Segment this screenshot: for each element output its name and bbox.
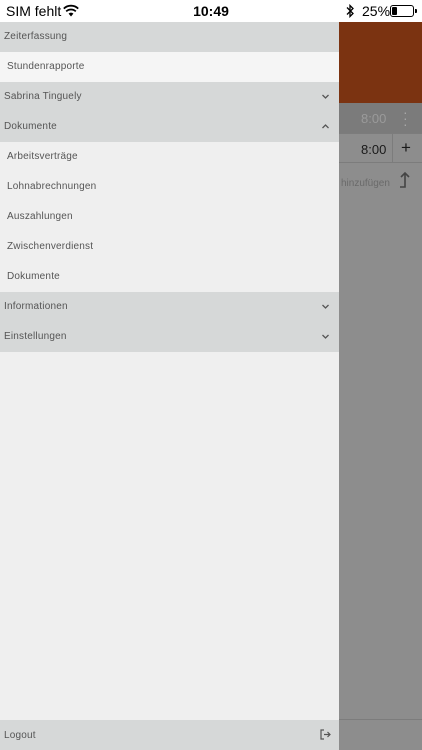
menu-list: Zeiterfassung Stundenrapporte Sabrina Ting…: [0, 22, 339, 352]
logout-button[interactable]: Logout: [0, 720, 339, 750]
navigation-drawer: Zeiterfassung Stundenrapporte Sabrina Ting…: [0, 22, 339, 750]
status-bar: SIM fehlt 10:49 25%: [0, 0, 422, 22]
upload-arrow-icon: [400, 171, 410, 188]
menu-label: Zwischenverdienst: [7, 241, 94, 252]
battery-fill: [392, 7, 397, 15]
chevron-down-icon: [322, 94, 329, 99]
background-row: 8:00 · · ·: [339, 103, 422, 133]
logout-label: Logout: [4, 730, 36, 741]
menu-item-stundenrapporte[interactable]: Stundenrapporte: [0, 52, 339, 82]
row-time-value: 8:00: [361, 142, 387, 157]
row-time-value: 8:00: [361, 111, 387, 126]
plus-icon: +: [401, 138, 411, 157]
menu-label: Lohnabrechnungen: [7, 181, 97, 192]
menu-section-dokumente[interactable]: Dokumente: [0, 112, 339, 142]
chevron-down-icon: [322, 334, 329, 339]
battery-percent: 25%: [362, 3, 391, 19]
logout-icon: [320, 729, 331, 740]
menu-label: Einstellungen: [4, 331, 67, 342]
menu-label: Stundenrapporte: [7, 61, 85, 72]
menu-label: Dokumente: [7, 271, 60, 282]
menu-label: Zeiterfassung: [4, 31, 68, 42]
divider: [392, 134, 393, 162]
divider: [339, 719, 422, 720]
menu-item-auszahlungen[interactable]: Auszahlungen: [0, 202, 339, 232]
chevron-down-icon: [322, 304, 329, 309]
menu-label: Sabrina Tinguely: [4, 91, 82, 102]
add-text: hinzufügen: [341, 178, 390, 189]
more-vertical-icon: · · ·: [403, 104, 408, 132]
menu-label: Dokumente: [4, 121, 57, 132]
menu-label: Auszahlungen: [7, 211, 73, 222]
menu-item-zwischenverdienst[interactable]: Zwischenverdienst: [0, 232, 339, 262]
background-row: 8:00 +: [339, 133, 422, 163]
app-header: [339, 22, 422, 103]
menu-item-dokumente[interactable]: Dokumente: [0, 262, 339, 292]
clock: 10:49: [193, 3, 229, 19]
menu-item-lohnabrechnungen[interactable]: Lohnabrechnungen: [0, 172, 339, 202]
menu-section-zeiterfassung[interactable]: Zeiterfassung: [0, 22, 339, 52]
background-app[interactable]: 8:00 · · · 8:00 + hinzufügen: [339, 22, 422, 750]
menu-section-sabrina-tinguely[interactable]: Sabrina Tinguely: [0, 82, 339, 112]
menu-section-einstellungen[interactable]: Einstellungen: [0, 322, 339, 352]
chevron-up-icon: [322, 124, 329, 129]
menu-section-informationen[interactable]: Informationen: [0, 292, 339, 322]
menu-label: Arbeitsverträge: [7, 151, 78, 162]
menu-label: Informationen: [4, 301, 68, 312]
menu-item-arbeitsverträge[interactable]: Arbeitsverträge: [0, 142, 339, 172]
battery-icon: [390, 5, 417, 17]
bluetooth-icon: [346, 4, 354, 18]
